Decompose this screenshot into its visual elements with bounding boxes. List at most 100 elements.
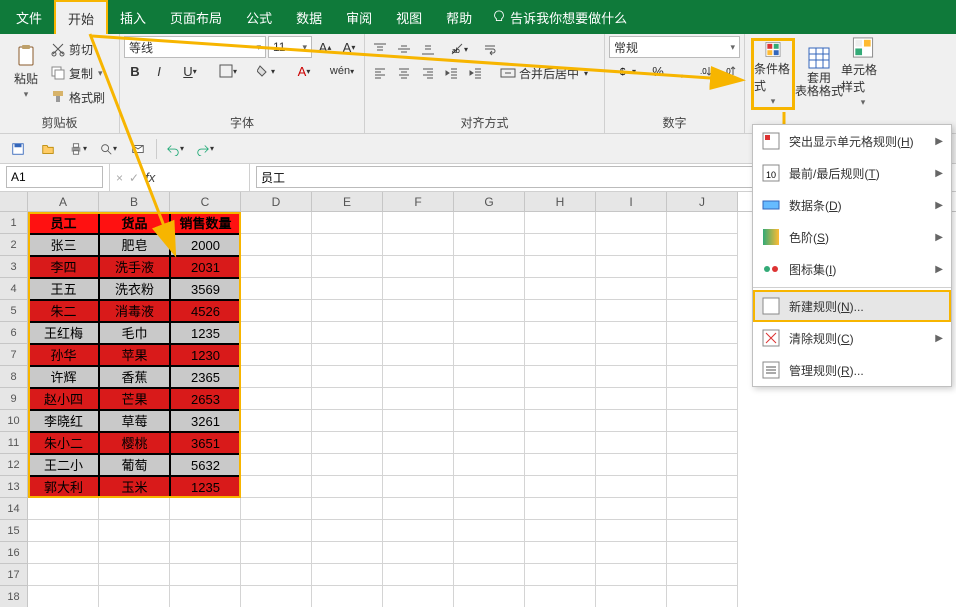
cell-H12[interactable] xyxy=(525,454,596,476)
cell-J5[interactable] xyxy=(667,300,738,322)
orientation-button[interactable]: ab ▾ xyxy=(441,38,477,60)
cell-I15[interactable] xyxy=(596,520,667,542)
cell-B7[interactable]: 苹果 xyxy=(99,344,170,366)
cell-B2[interactable]: 肥皂 xyxy=(99,234,170,256)
format-as-table-button[interactable]: 套用 表格格式 xyxy=(797,36,841,108)
cell-I17[interactable] xyxy=(596,564,667,586)
cell-D10[interactable] xyxy=(241,410,312,432)
cell-C15[interactable] xyxy=(170,520,241,542)
cell-B12[interactable]: 葡萄 xyxy=(99,454,170,476)
cell-G6[interactable] xyxy=(454,322,525,344)
cell-F10[interactable] xyxy=(383,410,454,432)
cell-F4[interactable] xyxy=(383,278,454,300)
cut-button[interactable]: 剪切 xyxy=(48,38,107,60)
cell-H11[interactable] xyxy=(525,432,596,454)
cell-H8[interactable] xyxy=(525,366,596,388)
cell-E13[interactable] xyxy=(312,476,383,498)
cell-C11[interactable]: 3651 xyxy=(170,432,241,454)
cell-G15[interactable] xyxy=(454,520,525,542)
cell-A11[interactable]: 朱小二 xyxy=(28,432,99,454)
cell-H14[interactable] xyxy=(525,498,596,520)
cell-G12[interactable] xyxy=(454,454,525,476)
cell-C8[interactable]: 2365 xyxy=(170,366,241,388)
cell-E1[interactable] xyxy=(312,212,383,234)
border-button[interactable]: ▾ xyxy=(210,60,246,82)
cell-D9[interactable] xyxy=(241,388,312,410)
cell-G14[interactable] xyxy=(454,498,525,520)
cell-G11[interactable] xyxy=(454,432,525,454)
row-header-18[interactable]: 18 xyxy=(0,586,28,607)
menu-tab-4[interactable]: 公式 xyxy=(234,0,284,34)
col-header-C[interactable]: C xyxy=(170,192,241,211)
cell-A4[interactable]: 王五 xyxy=(28,278,99,300)
cell-D11[interactable] xyxy=(241,432,312,454)
cell-G4[interactable] xyxy=(454,278,525,300)
cell-E12[interactable] xyxy=(312,454,383,476)
cell-E18[interactable] xyxy=(312,586,383,607)
cell-B11[interactable]: 樱桃 xyxy=(99,432,170,454)
row-header-17[interactable]: 17 xyxy=(0,564,28,586)
row-header-12[interactable]: 12 xyxy=(0,454,28,476)
cell-B9[interactable]: 芒果 xyxy=(99,388,170,410)
cell-C6[interactable]: 1235 xyxy=(170,322,241,344)
cell-I12[interactable] xyxy=(596,454,667,476)
cell-C18[interactable] xyxy=(170,586,241,607)
cell-D4[interactable] xyxy=(241,278,312,300)
cell-F15[interactable] xyxy=(383,520,454,542)
cell-D5[interactable] xyxy=(241,300,312,322)
cell-B13[interactable]: 玉米 xyxy=(99,476,170,498)
cell-B8[interactable]: 香蕉 xyxy=(99,366,170,388)
cell-G9[interactable] xyxy=(454,388,525,410)
cell-J7[interactable] xyxy=(667,344,738,366)
cell-J18[interactable] xyxy=(667,586,738,607)
cell-D7[interactable] xyxy=(241,344,312,366)
italic-button[interactable]: I xyxy=(148,60,170,82)
cell-G18[interactable] xyxy=(454,586,525,607)
cell-E7[interactable] xyxy=(312,344,383,366)
cf-menu-item-5[interactable]: 新建规则(N)... xyxy=(753,290,951,322)
menu-tab-5[interactable]: 数据 xyxy=(284,0,334,34)
cell-A7[interactable]: 孙华 xyxy=(28,344,99,366)
menu-tab-7[interactable]: 视图 xyxy=(384,0,434,34)
cell-C14[interactable] xyxy=(170,498,241,520)
cell-A15[interactable] xyxy=(28,520,99,542)
cell-C17[interactable] xyxy=(170,564,241,586)
cell-D15[interactable] xyxy=(241,520,312,542)
increase-font-button[interactable]: A▴ xyxy=(314,36,336,58)
cell-F2[interactable] xyxy=(383,234,454,256)
row-header-4[interactable]: 4 xyxy=(0,278,28,300)
cell-J17[interactable] xyxy=(667,564,738,586)
cell-I14[interactable] xyxy=(596,498,667,520)
number-format-select[interactable]: 常规▾ xyxy=(609,36,740,58)
cell-F1[interactable] xyxy=(383,212,454,234)
cell-I10[interactable] xyxy=(596,410,667,432)
fx-icon[interactable]: fx xyxy=(145,170,155,185)
cell-H17[interactable] xyxy=(525,564,596,586)
indent-increase-button[interactable] xyxy=(465,62,487,84)
align-top-button[interactable] xyxy=(369,38,391,60)
menu-tab-6[interactable]: 审阅 xyxy=(334,0,384,34)
row-header-6[interactable]: 6 xyxy=(0,322,28,344)
cell-H2[interactable] xyxy=(525,234,596,256)
cell-C3[interactable]: 2031 xyxy=(170,256,241,278)
row-header-1[interactable]: 1 xyxy=(0,212,28,234)
cell-E16[interactable] xyxy=(312,542,383,564)
cell-B16[interactable] xyxy=(99,542,170,564)
row-header-14[interactable]: 14 xyxy=(0,498,28,520)
cf-menu-item-4[interactable]: 图标集(I)▶ xyxy=(753,253,951,285)
cell-E17[interactable] xyxy=(312,564,383,586)
cell-D2[interactable] xyxy=(241,234,312,256)
cell-A16[interactable] xyxy=(28,542,99,564)
cell-E15[interactable] xyxy=(312,520,383,542)
cell-C7[interactable]: 1230 xyxy=(170,344,241,366)
cell-H7[interactable] xyxy=(525,344,596,366)
cell-A12[interactable]: 王二小 xyxy=(28,454,99,476)
cell-J10[interactable] xyxy=(667,410,738,432)
cell-B14[interactable] xyxy=(99,498,170,520)
cell-D14[interactable] xyxy=(241,498,312,520)
cell-J6[interactable] xyxy=(667,322,738,344)
cell-J14[interactable] xyxy=(667,498,738,520)
tell-me[interactable]: 告诉我你想要做什么 xyxy=(492,0,627,34)
row-header-3[interactable]: 3 xyxy=(0,256,28,278)
align-center-button[interactable] xyxy=(393,62,415,84)
